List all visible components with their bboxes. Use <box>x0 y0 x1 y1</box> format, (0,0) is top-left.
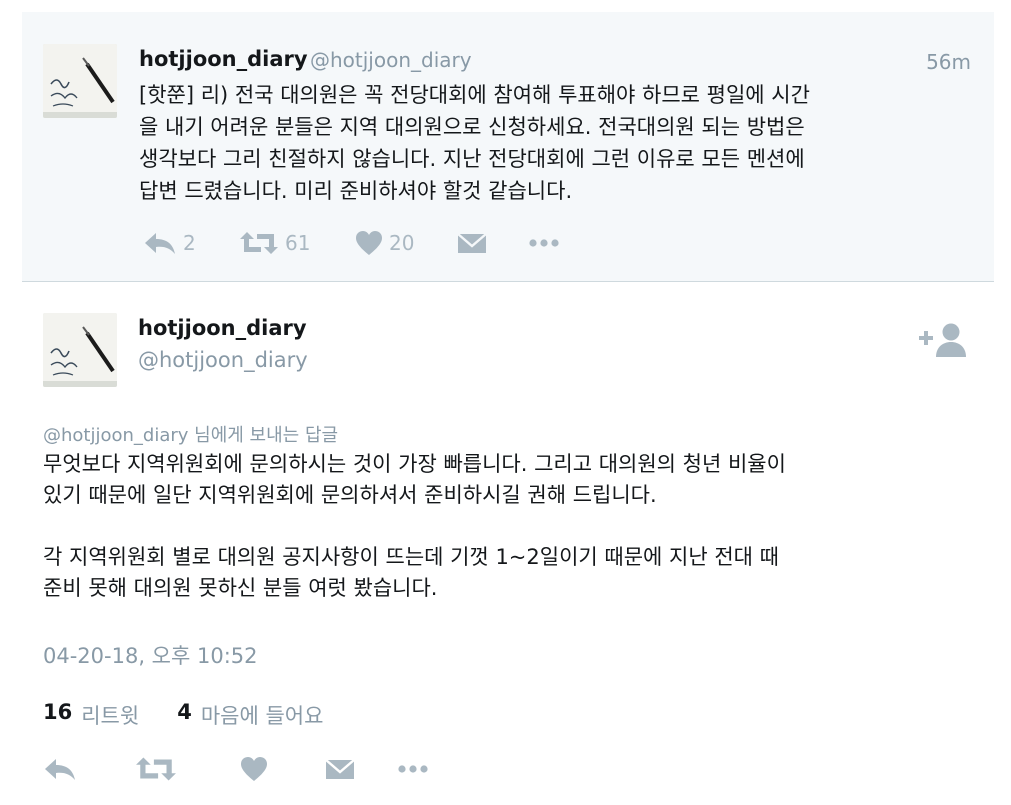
tweet-text-line: 답변 드렸습니다. 미리 준비하셔야 할것 같습니다. <box>139 179 573 203</box>
likes-count: 4 <box>177 700 192 724</box>
reply-button[interactable] <box>43 754 77 784</box>
dm-button[interactable] <box>457 228 487 258</box>
like-button[interactable] <box>240 754 268 784</box>
likes-label: 마음에 들어요 <box>200 704 324 728</box>
tweet-text-line: 각 지역위원회 별로 대의원 공지사항이 뜨는데 기껏 1~2일이기 때문에 지… <box>43 545 779 569</box>
follow-user-icon <box>917 323 969 362</box>
reply-to-suffix: 님에게 보내는 답글 <box>188 425 339 446</box>
dm-button[interactable] <box>325 754 355 784</box>
author-name[interactable]: hotjjoon_diary <box>139 47 308 71</box>
envelope-icon <box>325 757 355 781</box>
retweets-label: 리트윗 <box>81 704 140 728</box>
heart-icon <box>240 756 268 782</box>
retweet-button[interactable] <box>135 754 177 784</box>
retweet-icon <box>239 230 279 256</box>
retweet-count: 61 <box>285 231 311 255</box>
heart-icon <box>355 230 383 256</box>
tweet-text-line: 무엇보다 지역위원회에 문의하시는 것이 가장 빠릅니다. 그리고 대의원의 청… <box>43 452 786 476</box>
tweet-text-line: 생각보다 그리 친절하지 않습니다. 지난 전당대회에 그런 이유로 모든 멘션… <box>139 147 805 171</box>
like-count: 20 <box>389 231 415 255</box>
tweet-text-line: 준비 못해 대의원 못하신 분들 여럿 봤습니다. <box>43 576 438 600</box>
tweet-text: [핫쭌] 리) 전국 대의원은 꼭 전당대회에 참여해 투표해야 하므로 평일에… <box>139 79 979 207</box>
tweet-actions: 2 61 20 <box>143 228 583 258</box>
tweet-text-line: 을 내기 어려운 분들은 지역 대의원으로 신청하세요. 전국대의원 되는 방법… <box>139 115 805 139</box>
tweet-text: 무엇보다 지역위원회에 문의하시는 것이 가장 빠릅니다. 그리고 대의원의 청… <box>43 449 978 604</box>
more-button[interactable] <box>397 754 429 784</box>
divider <box>22 281 994 282</box>
author-handle[interactable]: @hotjjoon_diary <box>310 48 472 72</box>
like-button[interactable]: 20 <box>355 228 414 258</box>
author-handle[interactable]: @hotjjoon_diary <box>138 348 308 372</box>
parent-tweet[interactable]: hotjjoon_diary @hotjjoon_diary 56m [핫쭌] … <box>22 12 994 282</box>
retweet-icon <box>135 755 177 783</box>
avatar[interactable] <box>43 44 117 118</box>
reply-icon <box>143 230 177 256</box>
tweet-text-line: 있기 때문에 일단 지역위원회에 문의하셔서 준비하시길 권해 드립니다. <box>43 483 657 507</box>
tweet-text-line: [핫쭌] 리) 전국 대의원은 꼭 전당대회에 참여해 투표해야 하므로 평일에… <box>139 83 810 107</box>
reply-count: 2 <box>183 231 196 255</box>
more-button[interactable] <box>528 228 560 258</box>
likes-stat[interactable]: 4 마음에 들어요 <box>177 700 323 730</box>
envelope-icon <box>457 231 487 255</box>
more-icon <box>528 238 560 248</box>
avatar[interactable] <box>43 313 117 387</box>
reply-context: @hotjjoon_diary 님에게 보내는 답글 <box>43 421 338 447</box>
retweet-button[interactable]: 61 <box>239 228 310 258</box>
more-icon <box>397 764 429 774</box>
tweet-stats: 16 리트윗 4 마음에 들어요 <box>43 700 361 730</box>
reply-button[interactable]: 2 <box>143 228 196 258</box>
tweet-date[interactable]: 04-20-18, 오후 10:52 <box>43 640 258 670</box>
retweets-stat[interactable]: 16 리트윗 <box>43 700 139 730</box>
reply-icon <box>43 756 77 782</box>
tweet-time[interactable]: 56m <box>926 50 971 74</box>
retweets-count: 16 <box>43 700 73 724</box>
tweet-actions <box>43 754 443 786</box>
reply-to-handle[interactable]: @hotjjoon_diary <box>43 425 188 446</box>
author-name[interactable]: hotjjoon_diary <box>138 316 307 340</box>
follow-button[interactable] <box>917 322 969 358</box>
